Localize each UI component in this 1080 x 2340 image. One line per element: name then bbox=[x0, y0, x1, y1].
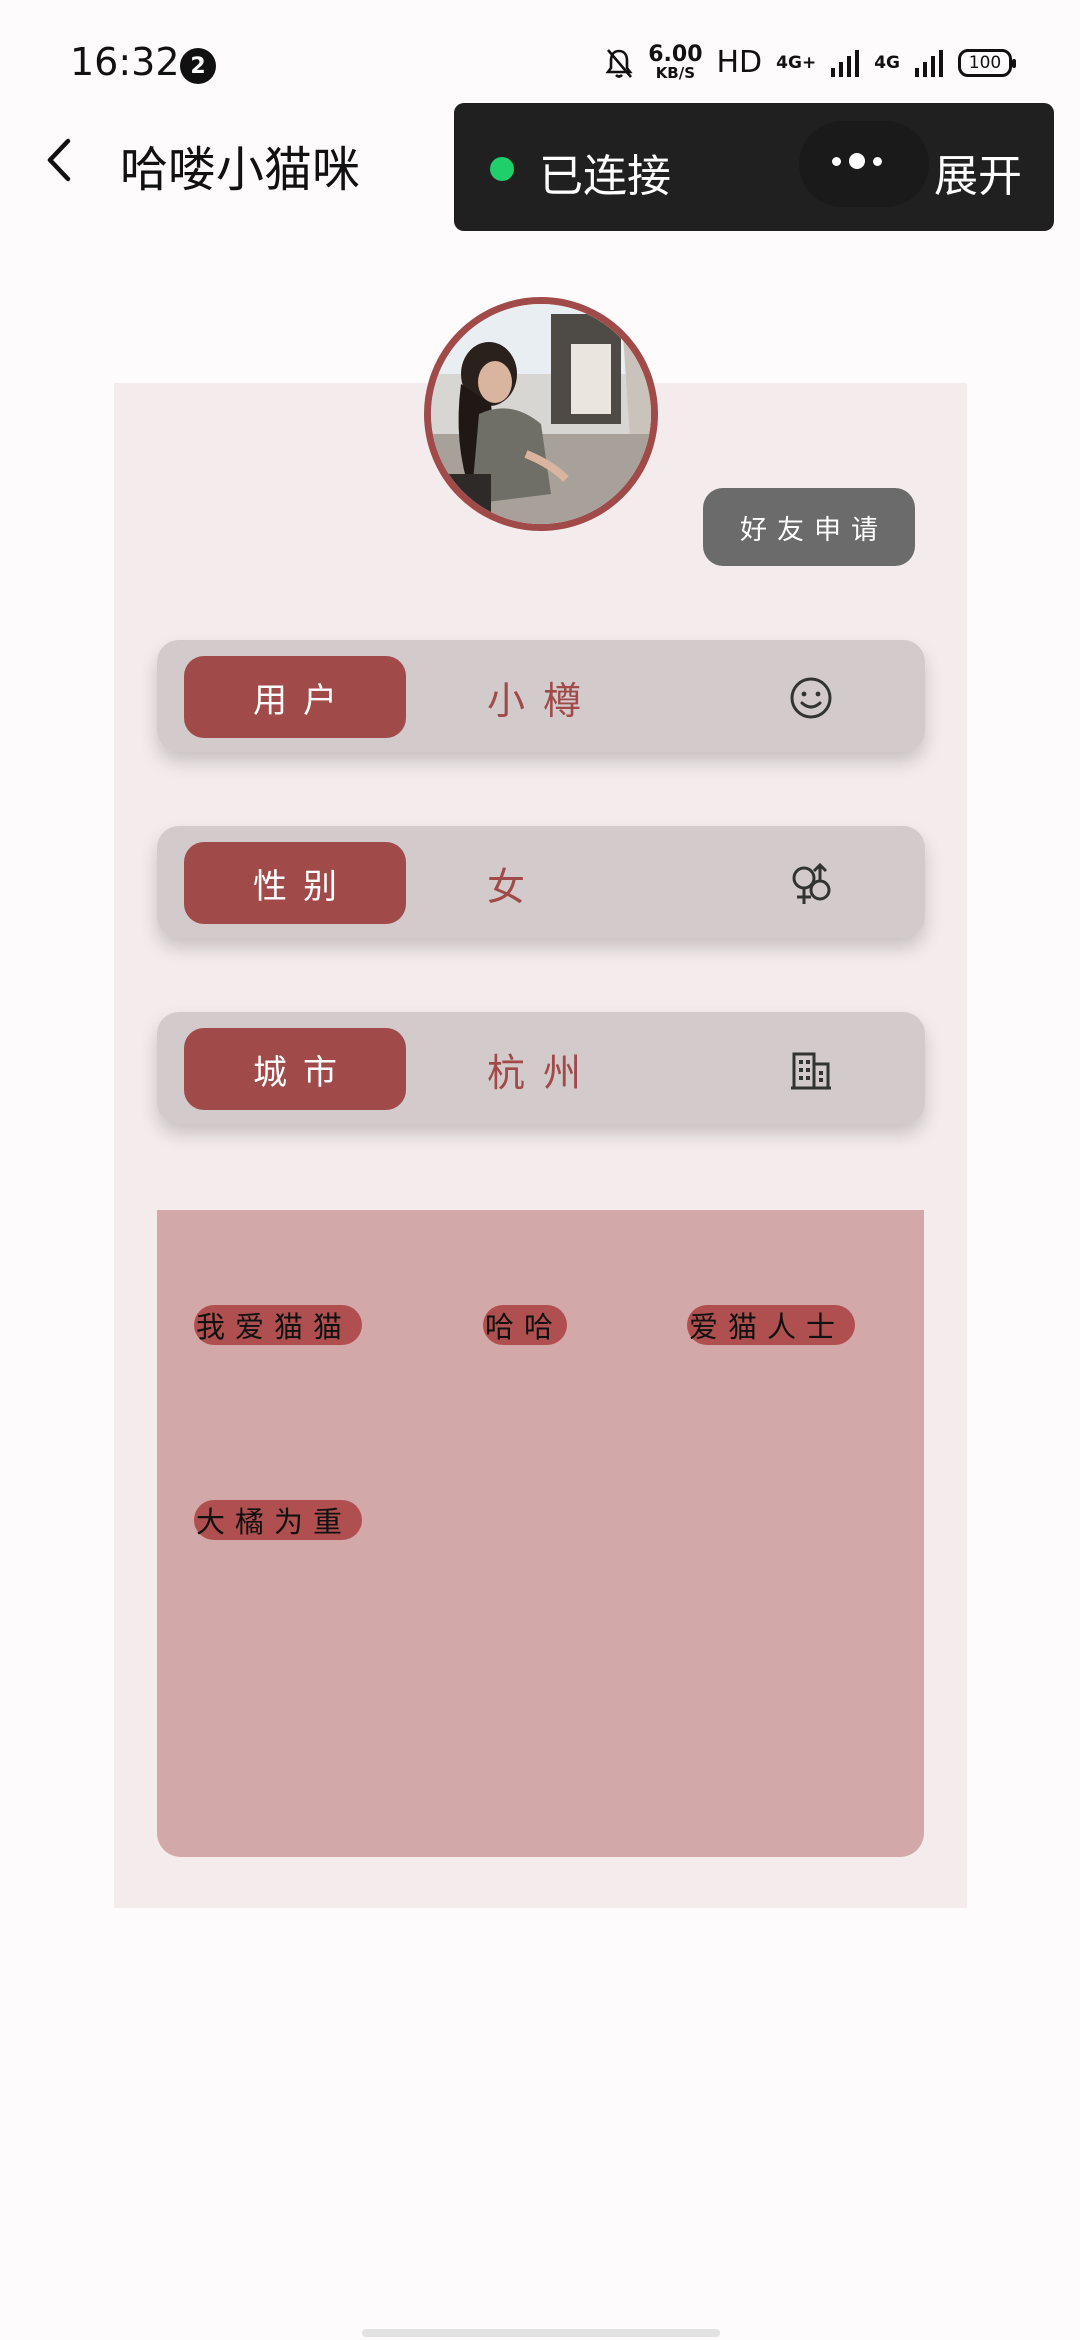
signal-icon bbox=[831, 49, 860, 77]
field-value-gender: 女 bbox=[487, 865, 544, 909]
status-bar: 16:32 2 6.00 KB/S HD 4G+ 4G 100 bbox=[0, 0, 1080, 100]
tag-item[interactable]: 大橘为重 bbox=[194, 1500, 362, 1540]
field-label: 性别 bbox=[184, 842, 406, 924]
page-title: 哈喽小猫咪 bbox=[120, 142, 361, 198]
tag-item[interactable]: 爱猫人士 bbox=[687, 1305, 855, 1345]
connected-dot-icon bbox=[490, 157, 514, 181]
notification-badge: 2 bbox=[180, 48, 216, 84]
back-arrow-icon[interactable] bbox=[40, 135, 80, 185]
network-type-1: 4G+ bbox=[776, 52, 817, 73]
gender-icon bbox=[792, 862, 831, 904]
connection-status: 已连接 bbox=[539, 151, 671, 202]
field-value-user: 小樽 bbox=[487, 679, 600, 723]
field-label: 城市 bbox=[184, 1028, 406, 1110]
building-icon bbox=[791, 1052, 831, 1090]
field-row-user: 用户 小樽 bbox=[157, 640, 925, 752]
expand-button[interactable]: 展开 bbox=[934, 140, 1022, 204]
network-speed: 6.00 KB/S bbox=[648, 42, 703, 82]
avatar-photo bbox=[431, 304, 651, 524]
smiley-icon bbox=[790, 677, 832, 719]
connection-overlay: 已连接 展开 bbox=[454, 103, 1054, 231]
status-time: 16:32 bbox=[70, 40, 180, 84]
avatar[interactable] bbox=[424, 297, 658, 531]
field-row-city: 城市 杭州 bbox=[157, 1012, 925, 1124]
field-label: 用户 bbox=[184, 656, 406, 738]
field-row-gender: 性别 女 bbox=[157, 826, 925, 938]
status-indicators: 6.00 KB/S HD 4G+ 4G 100 bbox=[604, 42, 1016, 82]
bell-muted-icon bbox=[605, 48, 633, 78]
home-indicator[interactable] bbox=[362, 2329, 720, 2337]
friend-request-button[interactable]: 好友申请 bbox=[703, 488, 915, 566]
camera-dots-icon bbox=[832, 153, 882, 169]
field-value-city: 杭州 bbox=[487, 1051, 600, 1095]
tags-panel: 我爱猫猫 哈哈 爱猫人士 大橘为重 bbox=[157, 1210, 924, 1857]
tag-item[interactable]: 我爱猫猫 bbox=[194, 1305, 362, 1345]
network-type-2: 4G bbox=[874, 52, 900, 73]
tag-item[interactable]: 哈哈 bbox=[483, 1305, 567, 1345]
hd-indicator: HD bbox=[716, 45, 763, 80]
battery-indicator: 100 bbox=[958, 48, 1016, 77]
signal-icon-2 bbox=[915, 49, 943, 77]
